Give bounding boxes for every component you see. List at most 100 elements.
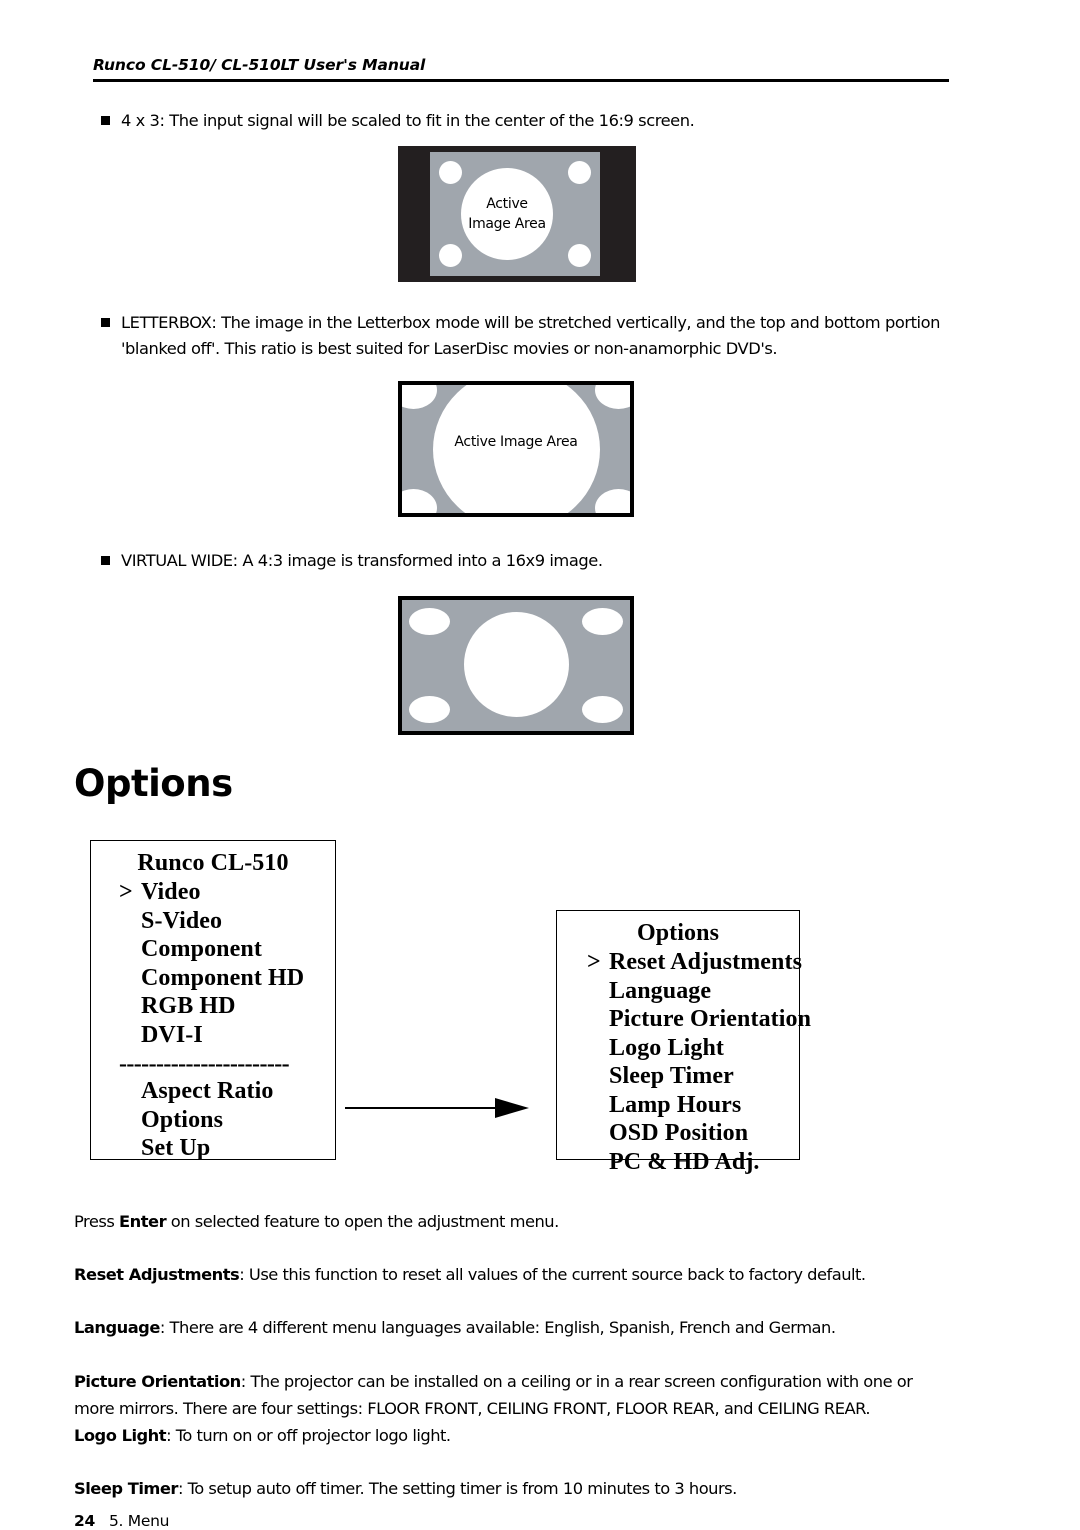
menu-item-logo-light[interactable]: Logo Light [587,1034,799,1063]
square-bullet-icon [101,556,110,565]
menu-item-rgb-hd[interactable]: RGB HD [119,992,335,1021]
square-bullet-icon [101,318,110,327]
bullet-item-virtual-wide: VIRTUAL WIDE: A 4:3 image is transformed… [101,548,961,574]
active-image-area-shape [464,612,569,717]
menu-item-label: Options [141,1106,224,1133]
description-text: : Use this function to reset all values … [239,1265,866,1285]
description-term: Reset Adjustments [74,1265,240,1285]
menu-item-set-up[interactable]: Set Up [119,1134,335,1163]
selection-caret-icon: > [119,879,133,905]
description-enter: Press Enter on selected feature to open … [74,1208,952,1235]
menu-item-label: Logo Light [609,1034,725,1061]
bullet-item-4x3: 4 x 3: The input signal will be scaled t… [101,108,961,134]
document-page: Runco CL-510/ CL-510LT User's Manual 4 x… [0,0,1080,1530]
description-language: Language: There are 4 different menu lan… [74,1314,952,1341]
active-image-area-label: Active Image Area [454,434,578,450]
menu-item-label: Video [141,879,201,905]
menu-item-video[interactable]: > Video [119,878,335,907]
menu-item-label: DVI-I [141,1021,203,1048]
corner-dot-bottom-left [409,696,450,723]
description-text: on selected feature to open the adjustme… [166,1212,560,1232]
description-text: : To setup auto off timer. The setting t… [177,1479,737,1499]
bullet-text: 4 x 3: The input signal will be scaled t… [121,111,695,130]
header-title: Runco CL-510/ CL-510LT User's Manual [93,56,426,74]
description-picture-orientation: Picture Orientation: The projector can b… [74,1368,952,1422]
description-term: Picture Orientation [74,1372,241,1392]
diagram-4x3-panel: Active Image Area [430,152,600,276]
menu-item-label: S-Video [141,907,223,934]
menu-item-options[interactable]: Options [119,1106,335,1135]
corner-dot-bottom-right [582,696,623,723]
menu-item-label: Component HD [141,964,305,991]
description-sleep-timer: Sleep Timer: To setup auto off timer. Th… [74,1475,952,1502]
osd-menu-options: Options > Reset Adjustments Language Pic… [556,910,811,1175]
osd-menu-main-settings-list: Aspect Ratio Options Set Up [91,1077,335,1163]
selection-caret-icon: > [587,949,601,975]
osd-menu-separator: ----------------------- [119,1051,290,1077]
menu-item-label: OSD Position [609,1120,749,1146]
corner-dot-top-left [439,161,462,184]
footer-section-label: 5. Menu [108,1512,170,1530]
bullet-text: VIRTUAL WIDE: A 4:3 image is transformed… [121,551,603,570]
corner-dot-bottom-left [402,489,437,513]
menu-item-pc-hd-adj[interactable]: PC & HD Adj. [587,1148,799,1177]
corner-dot-top-right [568,161,591,184]
active-image-area-label: Active Image Area [468,196,546,232]
menu-item-label: Set Up [141,1135,211,1161]
diagram-letterbox: Active Image Area [398,381,634,517]
corner-dot-bottom-left [439,244,462,267]
osd-menu-options-list: > Reset Adjustments Language Picture Ori… [557,948,811,1177]
menu-item-label: Picture Orientation [609,1006,812,1032]
menu-item-label: PC & HD Adj. [609,1148,760,1175]
menu-item-label: Aspect Ratio [141,1078,274,1104]
diagram-virtual-wide [398,596,634,735]
menu-item-s-video[interactable]: S-Video [119,907,335,936]
corner-dot-bottom-right [595,489,630,513]
menu-item-reset-adjustments[interactable]: > Reset Adjustments [587,948,803,977]
menu-item-component[interactable]: Component [119,935,335,964]
corner-dot-top-left [402,385,437,409]
corner-dot-top-right [595,385,630,409]
menu-item-sleep-timer[interactable]: Sleep Timer [587,1062,799,1091]
osd-menu-main: Runco CL-510 > Video S-Video Component C… [90,840,336,1163]
page-title: Options [74,762,233,805]
corner-dot-top-right [582,608,623,635]
description-term: Language [74,1318,160,1338]
menu-item-osd-position[interactable]: OSD Position [587,1119,799,1148]
menu-item-component-hd[interactable]: Component HD [119,964,335,993]
description-logo-light: Logo Light: To turn on or off projector … [74,1422,952,1449]
menu-item-lamp-hours[interactable]: Lamp Hours [587,1091,799,1120]
description-text: : There are 4 different menu languages a… [159,1318,836,1338]
corner-dot-bottom-right [568,244,591,267]
arrow-right-icon [345,1098,529,1118]
menu-item-label: Component [141,936,262,962]
square-bullet-icon [101,116,110,125]
page-footer: 24 5. Menu [74,1512,169,1530]
menu-item-dvi-i[interactable]: DVI-I [119,1021,335,1050]
osd-menu-main-title: Runco CL-510 [137,850,289,876]
bullet-item-letterbox: LETTERBOX: The image in the Letterbox mo… [101,310,949,362]
menu-item-language[interactable]: Language [587,977,799,1006]
description-text: : To turn on or off projector logo light… [166,1426,451,1446]
menu-item-label: RGB HD [141,993,236,1019]
flow-arrow [345,1096,529,1120]
osd-menu-options-title: Options [636,920,720,946]
page-number: 24 [74,1512,95,1530]
bullet-text: LETTERBOX: The image in the Letterbox mo… [121,313,940,358]
description-term: Logo Light [74,1426,167,1446]
menu-item-label: Lamp Hours [609,1091,742,1118]
menu-item-label: Sleep Timer [609,1063,734,1089]
description-term: Sleep Timer [74,1479,178,1499]
header-divider [93,79,949,82]
menu-item-label: Language [609,977,712,1004]
diagram-4x3: Active Image Area [398,146,636,282]
menu-item-label: Reset Adjustments [609,949,803,975]
corner-dot-top-left [409,608,450,635]
page-header: Runco CL-510/ CL-510LT User's Manual [93,56,949,82]
menu-item-picture-orientation[interactable]: Picture Orientation [587,1005,811,1034]
description-pre: Press [74,1212,120,1232]
osd-menu-main-source-list: > Video S-Video Component Component HD R… [91,878,335,1049]
description-reset-adjustments: Reset Adjustments: Use this function to … [74,1261,952,1288]
menu-item-aspect-ratio[interactable]: Aspect Ratio [119,1077,335,1106]
description-keyword: Enter [119,1212,167,1232]
